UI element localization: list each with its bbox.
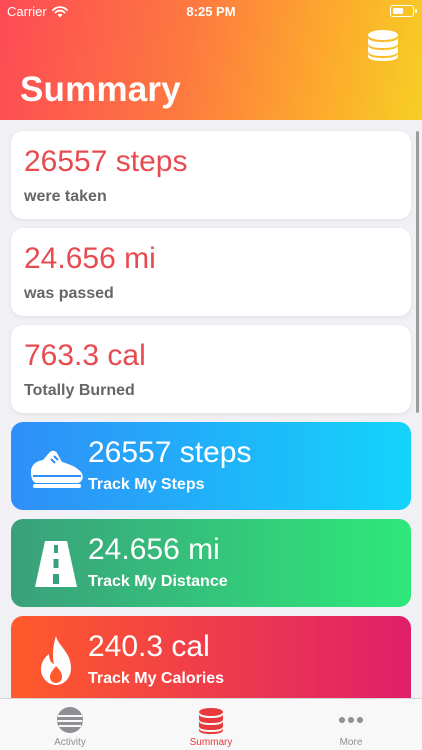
battery-level: [392, 7, 404, 14]
tab-more[interactable]: More: [281, 699, 421, 750]
tab-activity-label: Activity: [54, 737, 86, 748]
calories-label: Totally Burned: [24, 382, 135, 399]
track-distance-label: Track My Distance: [88, 573, 228, 590]
database-button[interactable]: [366, 28, 400, 62]
status-time: 8:25 PM: [186, 4, 236, 19]
distance-summary-card: 24.656 mi was passed: [11, 228, 411, 316]
track-steps-label: Track My Steps: [88, 476, 205, 493]
tab-more-label: More: [339, 737, 363, 748]
steps-value: 26557 steps: [24, 145, 188, 178]
battery-icon: [390, 5, 417, 17]
steps-summary-card: 26557 steps were taken: [11, 131, 411, 219]
sneaker-icon: [31, 450, 83, 488]
database-icon: [368, 30, 398, 61]
calories-value: 763.3 cal: [24, 339, 146, 372]
track-calories-card[interactable]: 240.3 cal Track My Calories: [11, 616, 411, 698]
tab-activity[interactable]: Activity: [0, 699, 140, 750]
tab-bar: Activity Summary More: [0, 698, 422, 750]
track-calories-value: 240.3 cal: [88, 630, 210, 663]
track-distance-card[interactable]: 24.656 mi Track My Distance: [11, 519, 411, 607]
calories-summary-card: 763.3 cal Totally Burned: [11, 325, 411, 413]
track-steps-card[interactable]: 26557 steps Track My Steps: [11, 422, 411, 510]
tab-summary-label: Summary: [189, 737, 233, 748]
tab-summary[interactable]: Summary: [141, 699, 281, 750]
globe-icon: [57, 707, 83, 733]
track-calories-label: Track My Calories: [88, 670, 225, 687]
status-bar: Carrier 8:25 PM: [0, 0, 422, 22]
flame-icon: [41, 636, 71, 685]
scrollbar[interactable]: [416, 131, 419, 413]
header: Carrier 8:25 PM Summary: [0, 0, 422, 120]
distance-label: was passed: [24, 285, 114, 302]
page-title: Summary: [20, 70, 181, 109]
track-steps-value: 26557 steps: [88, 436, 252, 469]
steps-label: were taken: [24, 188, 107, 205]
database-icon: [199, 708, 223, 734]
road-icon: [35, 541, 77, 587]
track-distance-value: 24.656 mi: [88, 533, 220, 566]
distance-value: 24.656 mi: [24, 242, 156, 275]
more-icon: [339, 717, 363, 723]
